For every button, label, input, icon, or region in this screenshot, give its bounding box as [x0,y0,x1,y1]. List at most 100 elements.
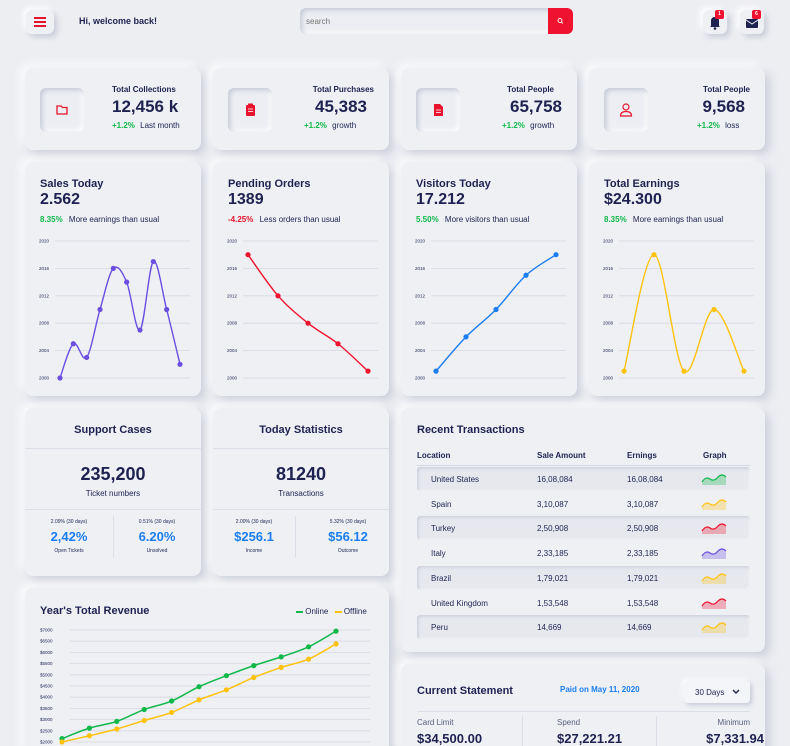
y-tick-label: 2016 [227,266,238,271]
statement-divider [417,711,750,712]
search-input[interactable] [306,12,544,30]
table-row[interactable]: Brazil 1,79,021 1,79,021 [417,565,750,590]
cell-location: Turkey [431,524,456,534]
table-header-divider [417,465,750,466]
cell-sale: 2,33,185 [537,549,569,559]
data-point [150,258,156,265]
data-point [124,279,130,285]
y-tick-label: 2020 [39,239,50,244]
sparkline-icon [701,474,727,485]
stat-value: 45,383 [315,97,367,116]
data-point [651,252,657,258]
y-tick-label: 2020 [603,239,614,244]
data-point [177,361,183,367]
clipboard-icon [246,103,255,116]
transactions-title: Recent Transactions [417,424,525,436]
support-label: Ticket numbers [85,489,141,498]
card-change: 5.50% [416,215,439,224]
cell-location: Italy [431,549,446,559]
cell-sale: 16,08,084 [537,475,573,484]
cell-earnings: 2,33,185 [627,549,659,559]
y-tick-label: 2004 [227,348,238,353]
card-note: More visitors than usual [444,215,530,224]
metric-label: Unsolved [146,548,168,554]
data-point [110,265,116,271]
metric-change: 0.51% (30 days) [138,519,176,525]
cell-location: Peru [431,623,448,633]
stat-change-line: +1.2% loss [697,121,739,130]
stat-card-people: Total People 65,758 +1.2% growth [401,68,577,150]
card-title: Visitors Today [416,178,491,190]
data-point [86,725,92,731]
y-tick-label: 2012 [415,293,426,298]
column-header-location: Location [417,451,451,460]
minimum-label: Minimum [717,718,750,727]
card-change: -4.25% [228,215,254,224]
cell-sale: 14,669 [537,623,562,633]
stat-card-purchases: Total Purchases 45,383 +1.2% growth [213,68,389,150]
stat-card-collections: Total Collections 12,456 k +1.2% Last mo… [25,68,201,150]
statement-col-divider [656,716,657,746]
table-row[interactable]: United Kingdom 1,53,548 1,53,548 [417,591,750,615]
revenue-title: Year's Total Revenue [40,605,150,617]
menu-button[interactable] [26,10,54,34]
stat-icon-box [604,88,648,132]
data-point [306,656,312,662]
notifications-button[interactable]: 1 [703,10,727,34]
data-point [169,709,175,716]
hamburger-icon [34,17,46,27]
table-row[interactable]: United States 16,08,084 16,08,084 [417,467,750,491]
card-title: Pending Orders [228,178,311,190]
data-point [333,641,339,647]
stat-change: +1.2% [304,121,327,130]
visitors-line-chart: 2000 2004 2008 2012 2016 2020 [415,239,566,381]
y-tick-label: 2016 [415,266,426,271]
card-limit-label: Card Limit [417,718,454,727]
cell-location: Brazil [431,573,452,583]
total-earnings-card: Total Earnings $24.300 8.35% More earnin… [589,162,765,396]
y-tick-label: 2016 [39,266,50,271]
cell-location: Spain [431,499,452,509]
data-point [223,673,229,679]
stat-title: Total Purchases [312,85,374,94]
cell-earnings: 3,10,087 [627,499,659,509]
search-button[interactable] [548,8,573,34]
stat-change-line: +1.2% growth [304,121,356,130]
cell-location: United Kingdom [431,598,488,608]
data-point [463,334,469,340]
y-tick-label: $2500 [40,728,53,733]
y-tick-label: 2020 [415,239,426,244]
data-point [169,698,175,704]
card-note: Less orders than usual [259,215,341,224]
divider-vertical [295,516,296,558]
messages-button[interactable]: 6 [740,10,764,34]
data-point [333,628,339,634]
stat-change-line: +1.2% growth [502,121,554,130]
stat-value: 65,758 [510,97,562,116]
table-row[interactable]: Peru 14,669 14,669 [417,615,750,640]
data-point [141,717,147,724]
table-row[interactable]: Turkey 2,50,908 2,50,908 [417,516,750,541]
y-tick-label: $6500 [40,639,53,644]
data-point [70,341,76,347]
data-point [681,368,687,374]
y-tick-label: 2016 [603,266,614,271]
orders-line-chart: 2000 2004 2008 2012 2016 2020 [227,239,378,381]
y-tick-label: 2004 [603,348,614,353]
table-row[interactable]: Italy 2,33,185 2,33,185 [417,541,750,565]
legend-offline: Offline [343,607,367,616]
data-point [278,654,284,660]
divider [213,509,389,510]
y-tick-label: 2000 [603,376,614,381]
data-point [245,252,251,258]
data-point [278,664,284,671]
stat-note: loss [725,121,740,130]
data-point [84,354,90,361]
table-row[interactable]: Spain 3,10,087 3,10,087 [417,492,750,516]
card-limit-value: $34,500.00 [417,731,483,746]
series-line [59,260,181,379]
stat-value: 12,456 k [112,97,179,116]
column-header-sale: Sale Amount [537,451,586,460]
range-dropdown[interactable]: 30 Days [684,681,750,703]
earnings-line-chart: 2000 2004 2008 2012 2016 2020 [603,239,754,381]
